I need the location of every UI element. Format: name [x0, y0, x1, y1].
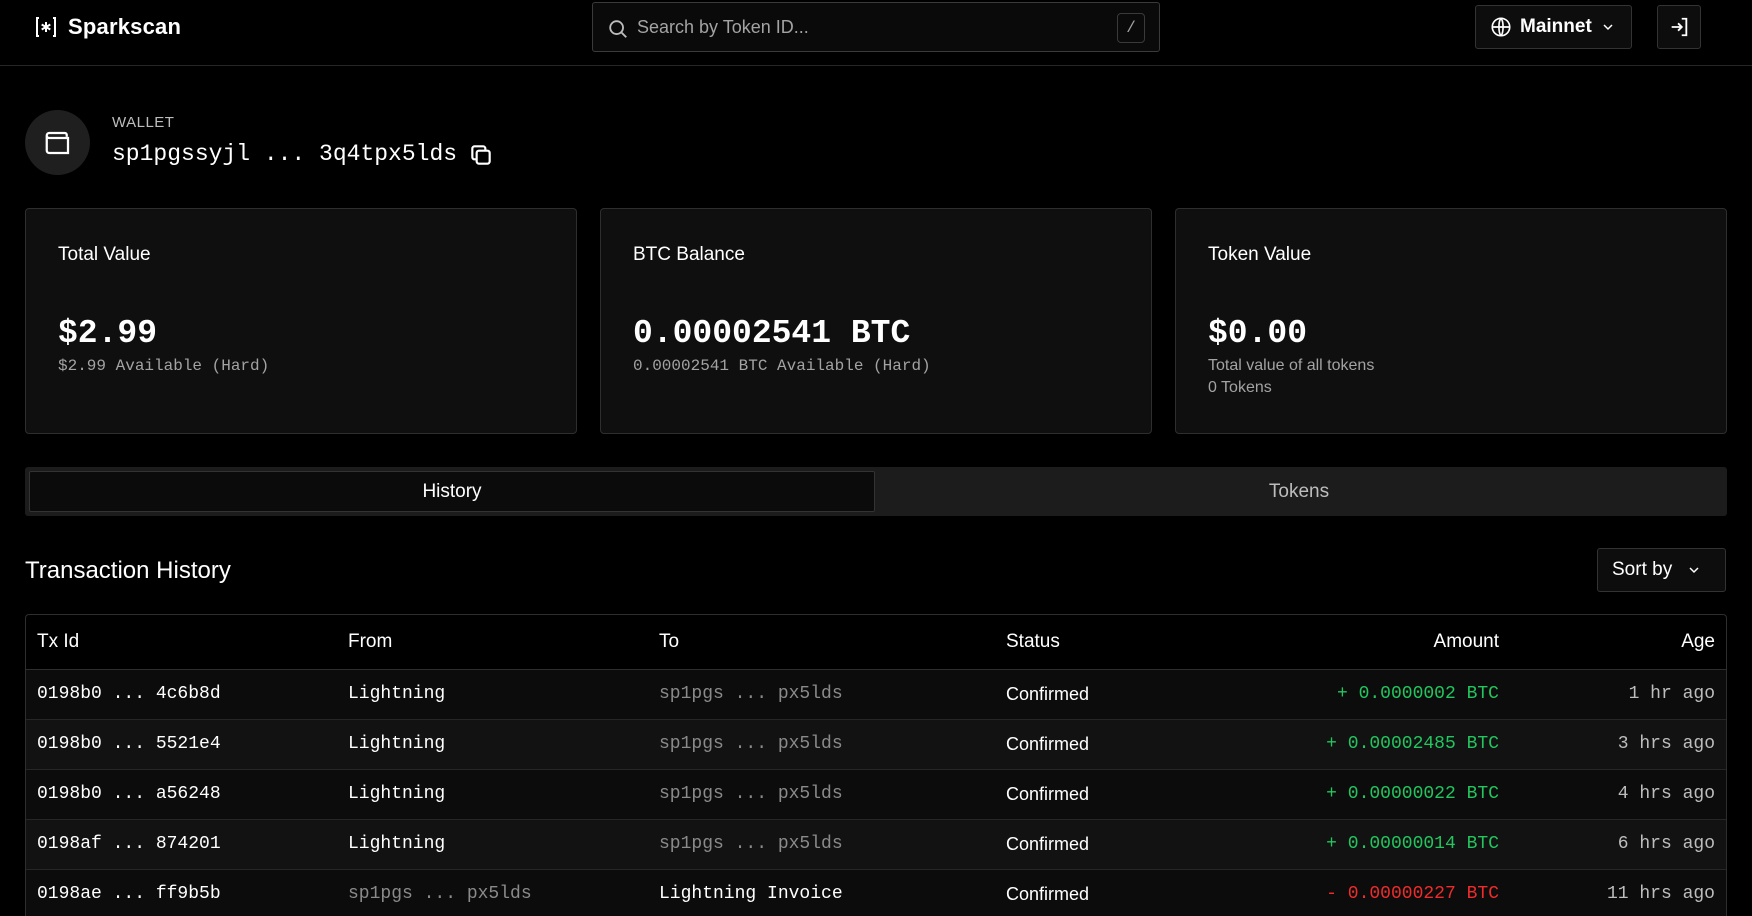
- card-subtext: $2.99 Available (Hard): [58, 357, 270, 375]
- top-bar: Sparkscan / Mainnet: [0, 0, 1752, 66]
- table-row[interactable]: 0198b0 ... 4c6b8d Lightning sp1pgs ... p…: [26, 670, 1726, 720]
- tx-from: Lightning: [348, 834, 446, 854]
- spark-logo-icon: [36, 17, 56, 37]
- chevron-down-icon: [1689, 567, 1699, 574]
- tx-id[interactable]: 0198b0 ... 5521e4: [37, 734, 221, 754]
- amount-sign: -: [1326, 884, 1337, 904]
- token-count: 0 Tokens: [1208, 379, 1272, 396]
- search-bar[interactable]: /: [592, 2, 1160, 52]
- tx-status: Confirmed: [1006, 884, 1090, 904]
- column-header-age[interactable]: Age: [1681, 631, 1715, 653]
- card-value: $2.99: [58, 315, 158, 352]
- btc-balance-card: BTC Balance 0.00002541 BTC 0.00002541 BT…: [600, 208, 1152, 434]
- token-value-card: Token Value $0.00 Total value of all tok…: [1175, 208, 1727, 434]
- tx-amount: + 0.00000022 BTC: [1326, 784, 1499, 804]
- tx-to[interactable]: sp1pgs ... px5lds: [659, 734, 843, 754]
- card-value: $0.00: [1208, 315, 1308, 352]
- sign-in-button[interactable]: [1657, 5, 1701, 49]
- tx-status: Confirmed: [1006, 834, 1090, 854]
- card-subtext: 0.00002541 BTC Available (Hard): [633, 357, 931, 375]
- column-header-to[interactable]: To: [659, 631, 679, 653]
- tab-tokens[interactable]: Tokens: [875, 471, 1723, 512]
- amount-value: 0.00002485 BTC: [1347, 734, 1499, 754]
- tab-history[interactable]: History: [29, 471, 875, 512]
- app-logo[interactable]: Sparkscan: [34, 14, 181, 40]
- tx-amount: + 0.0000002 BTC: [1337, 684, 1499, 704]
- tx-amount: - 0.00000227 BTC: [1326, 884, 1499, 904]
- wallet-icon: [45, 131, 69, 154]
- tx-from: Lightning: [348, 734, 446, 754]
- tx-status: Confirmed: [1006, 734, 1090, 754]
- tx-to: Lightning Invoice: [659, 884, 843, 904]
- tx-id[interactable]: 0198b0 ... a56248: [37, 784, 221, 804]
- amount-sign: +: [1326, 784, 1337, 804]
- table-row[interactable]: 0198b0 ... a56248 Lightning sp1pgs ... p…: [26, 770, 1726, 820]
- sort-dropdown[interactable]: Sort by: [1597, 548, 1726, 592]
- wallet-address: sp1pgssyjl ... 3q4tpx5lds: [112, 141, 458, 167]
- chevron-down-icon: [1603, 24, 1613, 31]
- search-shortcut-key: /: [1117, 13, 1145, 43]
- tx-to[interactable]: sp1pgs ... px5lds: [659, 784, 843, 804]
- tx-to[interactable]: sp1pgs ... px5lds: [659, 684, 843, 704]
- network-selector[interactable]: Mainnet: [1475, 5, 1632, 49]
- tx-id[interactable]: 0198b0 ... 4c6b8d: [37, 684, 221, 704]
- sign-in-icon: [1671, 17, 1688, 37]
- tx-age: 6 hrs ago: [1617, 834, 1715, 854]
- tx-status: Confirmed: [1006, 684, 1090, 704]
- card-value: 0.00002541 BTC: [633, 315, 911, 352]
- tx-from: Lightning: [348, 784, 446, 804]
- search-input[interactable]: [637, 3, 1097, 51]
- column-header-from[interactable]: From: [348, 631, 392, 653]
- tx-from[interactable]: sp1pgs ... px5lds: [348, 884, 532, 904]
- table-row[interactable]: 0198b0 ... 5521e4 Lightning sp1pgs ... p…: [26, 720, 1726, 770]
- tx-from: Lightning: [348, 684, 446, 704]
- copy-icon[interactable]: [468, 142, 494, 168]
- app-name: Sparkscan: [68, 14, 182, 39]
- column-header-amount[interactable]: Amount: [1434, 631, 1499, 653]
- tx-amount: + 0.00000014 BTC: [1326, 834, 1499, 854]
- tx-to[interactable]: sp1pgs ... px5lds: [659, 834, 843, 854]
- wallet-avatar: [25, 110, 90, 175]
- amount-sign: +: [1336, 684, 1348, 704]
- amount-value: 0.0000002 BTC: [1358, 684, 1499, 704]
- tab-bar: History Tokens: [25, 467, 1727, 516]
- tx-age: 4 hrs ago: [1617, 784, 1715, 804]
- table-row[interactable]: 0198af ... 874201 Lightning sp1pgs ... p…: [26, 820, 1726, 870]
- card-subtext: Total value of all tokens: [1208, 357, 1375, 374]
- amount-sign: +: [1326, 734, 1337, 754]
- total-value-card: Total Value $2.99 $2.99 Available (Hard): [25, 208, 577, 434]
- tx-id[interactable]: 0198af ... 874201: [37, 834, 221, 854]
- card-title: BTC Balance: [633, 244, 745, 265]
- transaction-table: Tx Id From To Status Amount Age 0198b0 .…: [25, 614, 1727, 916]
- amount-value: 0.00000022 BTC: [1347, 784, 1499, 804]
- amount-value: 0.00000014 BTC: [1347, 834, 1499, 854]
- globe-icon: [1491, 17, 1511, 37]
- tx-age: 1 hr ago: [1628, 684, 1715, 704]
- network-label: Mainnet: [1520, 16, 1592, 37]
- wallet-label: WALLET: [112, 114, 175, 131]
- tx-age: 11 hrs ago: [1606, 884, 1715, 904]
- tx-age: 3 hrs ago: [1617, 734, 1715, 754]
- card-title: Token Value: [1208, 244, 1312, 265]
- tx-id[interactable]: 0198ae ... ff9b5b: [37, 884, 221, 904]
- sort-label: Sort by: [1612, 559, 1673, 580]
- column-header-txid[interactable]: Tx Id: [37, 631, 79, 653]
- tx-amount: + 0.00002485 BTC: [1326, 734, 1499, 754]
- amount-value: 0.00000227 BTC: [1347, 884, 1499, 904]
- column-header-status[interactable]: Status: [1006, 631, 1060, 653]
- search-icon: [609, 20, 627, 38]
- card-title: Total Value: [58, 244, 151, 265]
- section-title: Transaction History: [25, 557, 231, 584]
- amount-sign: +: [1326, 834, 1337, 854]
- tx-status: Confirmed: [1006, 784, 1090, 804]
- table-header: Tx Id From To Status Amount Age: [26, 615, 1726, 670]
- table-row[interactable]: 0198ae ... ff9b5b sp1pgs ... px5lds Ligh…: [26, 870, 1726, 916]
